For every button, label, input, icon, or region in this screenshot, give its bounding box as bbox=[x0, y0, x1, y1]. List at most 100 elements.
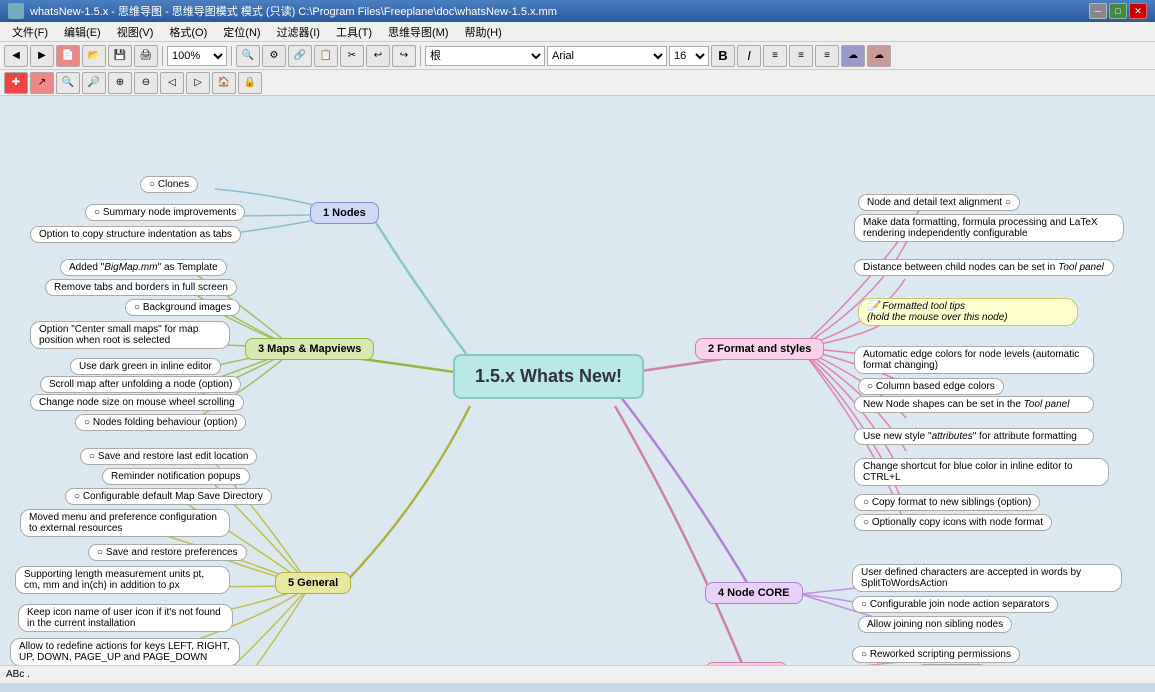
sep1 bbox=[162, 46, 163, 66]
main-canvas: 1.5.x Whats New! 1 Nodes ○ Clones ○ Summ… bbox=[0, 96, 1155, 665]
sep3 bbox=[420, 46, 421, 66]
branch-format[interactable]: 2 Format and styles bbox=[695, 338, 824, 360]
window-controls[interactable]: ─ □ ✕ bbox=[1089, 3, 1147, 19]
node-join-non-sibling[interactable]: Allow joining non sibling nodes bbox=[858, 616, 1012, 633]
font-size-select[interactable]: 16 12 14 18 bbox=[669, 46, 709, 66]
print-button[interactable]: 🖨 bbox=[134, 45, 158, 67]
node-moved-menu[interactable]: Moved menu and preference configuration … bbox=[20, 509, 230, 537]
menu-format[interactable]: 格式(O) bbox=[161, 22, 215, 42]
node-summary[interactable]: ○ Summary node improvements bbox=[85, 204, 245, 221]
menu-file[interactable]: 文件(F) bbox=[4, 22, 56, 42]
tb2-btn2[interactable]: ↗ bbox=[30, 72, 54, 94]
node-formatted-tips[interactable]: 📝 Formatted tool tips(hold the mouse ove… bbox=[858, 298, 1078, 326]
branch-nodes[interactable]: 1 Nodes bbox=[310, 202, 379, 224]
menu-navigate[interactable]: 定位(N) bbox=[215, 22, 268, 42]
menu-tools[interactable]: 工具(T) bbox=[328, 22, 380, 42]
save-button[interactable]: 💾 bbox=[108, 45, 132, 67]
align-left-button[interactable]: ≡ bbox=[763, 45, 787, 67]
sep2 bbox=[231, 46, 232, 66]
node-copy-icons[interactable]: ○ Optionally copy icons with node format bbox=[854, 514, 1052, 531]
branch-maps[interactable]: 3 Maps & Mapviews bbox=[245, 338, 374, 360]
tb2-btn9[interactable]: 🏠 bbox=[212, 72, 236, 94]
node-change-node-size[interactable]: Change node size on mouse wheel scrollin… bbox=[30, 394, 244, 411]
font-select[interactable]: 根 bbox=[425, 46, 545, 66]
back-button[interactable]: ◀ bbox=[4, 45, 28, 67]
tb-btn3[interactable]: 🔗 bbox=[288, 45, 312, 67]
node-user-chars[interactable]: User defined characters are accepted in … bbox=[852, 564, 1122, 592]
menu-mindmap[interactable]: 思维导图(M) bbox=[380, 22, 457, 42]
tb2-btn1[interactable]: ✚ bbox=[4, 72, 28, 94]
tb2-btn4[interactable]: 🔎 bbox=[82, 72, 106, 94]
tb2-btn8[interactable]: ▷ bbox=[186, 72, 210, 94]
tb2-btn7[interactable]: ◁ bbox=[160, 72, 184, 94]
node-text-align[interactable]: Node and detail text alignment ○ bbox=[858, 194, 1020, 211]
node-copy-structure[interactable]: Option to copy structure indentation as … bbox=[30, 226, 241, 243]
title-bar: whatsNew-1.5.x - 思维导图 - 思维导图模式 模式 (只读) C… bbox=[0, 0, 1155, 22]
node-remove-tabs[interactable]: Remove tabs and borders in full screen bbox=[45, 279, 237, 296]
menu-edit[interactable]: 编辑(E) bbox=[56, 22, 109, 42]
bold-button[interactable]: B bbox=[711, 45, 735, 67]
node-blue-shortcut[interactable]: Change shortcut for blue color in inline… bbox=[854, 458, 1109, 486]
node-dark-green[interactable]: Use dark green in inline editor bbox=[70, 358, 221, 375]
minimize-button[interactable]: ─ bbox=[1089, 3, 1107, 19]
menu-bar: 文件(F) 编辑(E) 视图(V) 格式(O) 定位(N) 过滤器(I) 工具(… bbox=[0, 22, 1155, 42]
node-icon-name[interactable]: Keep icon name of user icon if it's not … bbox=[18, 604, 233, 632]
node-save-edit[interactable]: ○ Save and restore last edit location bbox=[80, 448, 257, 465]
tb2-btn3[interactable]: 🔍 bbox=[56, 72, 80, 94]
align-center-button[interactable]: ≡ bbox=[789, 45, 813, 67]
open-button[interactable]: 📂 bbox=[82, 45, 106, 67]
menu-help[interactable]: 帮助(H) bbox=[457, 22, 510, 42]
forward-button[interactable]: ▶ bbox=[30, 45, 54, 67]
tb-btn6[interactable]: ↩ bbox=[366, 45, 390, 67]
node-attributes[interactable]: Use new style "attributes" for attribute… bbox=[854, 428, 1094, 445]
cloud2-button[interactable]: ☁ bbox=[867, 45, 891, 67]
node-reminder[interactable]: Reminder notification popups bbox=[102, 468, 250, 485]
node-join-separators[interactable]: ○ Configurable join node action separato… bbox=[852, 596, 1058, 613]
tb-btn2[interactable]: ⚙ bbox=[262, 45, 286, 67]
node-map-save-dir[interactable]: ○ Configurable default Map Save Director… bbox=[65, 488, 272, 505]
node-bg-images[interactable]: ○ Background images bbox=[125, 299, 240, 316]
tb2-btn6[interactable]: ⊖ bbox=[134, 72, 158, 94]
tb-btn5[interactable]: ✂ bbox=[340, 45, 364, 67]
status-text: ABc . bbox=[6, 669, 30, 680]
status-bar: ABc . bbox=[0, 665, 1155, 683]
node-center-maps[interactable]: Option "Center small maps" for map posit… bbox=[30, 321, 230, 349]
font-name-select[interactable]: Arial bbox=[547, 46, 667, 66]
node-distance[interactable]: Distance between child nodes can be set … bbox=[854, 259, 1114, 276]
menu-view[interactable]: 视图(V) bbox=[109, 22, 162, 42]
align-right-button[interactable]: ≡ bbox=[815, 45, 839, 67]
node-column-edge[interactable]: ○ Column based edge colors bbox=[858, 378, 1004, 395]
title-text: whatsNew-1.5.x - 思维导图 - 思维导图模式 模式 (只读) C… bbox=[30, 3, 1089, 19]
zoom-select[interactable]: 100% 75% 50% 150% bbox=[167, 46, 227, 66]
cloud1-button[interactable]: ☁ bbox=[841, 45, 865, 67]
node-bigmap[interactable]: Added "BigMap.mm" as Template bbox=[60, 259, 227, 276]
node-copy-format[interactable]: ○ Copy format to new siblings (option) bbox=[854, 494, 1040, 511]
branch-nodecore[interactable]: 4 Node CORE bbox=[705, 582, 803, 604]
node-clones[interactable]: ○ Clones bbox=[140, 176, 198, 193]
node-length-units[interactable]: Supporting length measurement units pt, … bbox=[15, 566, 230, 594]
node-save-prefs[interactable]: ○ Save and restore preferences bbox=[88, 544, 247, 561]
node-data-format[interactable]: Make data formatting, formula processing… bbox=[854, 214, 1124, 242]
node-scripting-perms[interactable]: ○ Reworked scripting permissions bbox=[852, 646, 1020, 663]
branch-general[interactable]: 5 General bbox=[275, 572, 351, 594]
toolbar-2: ✚ ↗ 🔍 🔎 ⊕ ⊖ ◁ ▷ 🏠 🔒 bbox=[0, 70, 1155, 96]
branch-scripting[interactable]: 6 Scripting bbox=[705, 662, 788, 665]
node-new-shapes[interactable]: New Node shapes can be set in the Tool p… bbox=[854, 396, 1094, 413]
node-folding[interactable]: ○ Nodes folding behaviour (option) bbox=[75, 414, 246, 431]
tb2-btn10[interactable]: 🔒 bbox=[238, 72, 262, 94]
menu-filter[interactable]: 过滤器(I) bbox=[269, 22, 328, 42]
tb2-btn5[interactable]: ⊕ bbox=[108, 72, 132, 94]
toolbar-1: ◀ ▶ 📄 📂 💾 🖨 100% 75% 50% 150% 🔍 ⚙ 🔗 📋 ✂ … bbox=[0, 42, 1155, 70]
node-init-scripts[interactable]: ○ Init scripts bbox=[916, 664, 988, 665]
root-node[interactable]: 1.5.x Whats New! bbox=[453, 354, 644, 399]
tb-btn4[interactable]: 📋 bbox=[314, 45, 338, 67]
maximize-button[interactable]: □ bbox=[1109, 3, 1127, 19]
new-button[interactable]: 📄 bbox=[56, 45, 80, 67]
tb-btn7[interactable]: ↪ bbox=[392, 45, 416, 67]
italic-button[interactable]: I bbox=[737, 45, 761, 67]
node-scroll-map[interactable]: Scroll map after unfolding a node (optio… bbox=[40, 376, 241, 393]
close-button[interactable]: ✕ bbox=[1129, 3, 1147, 19]
tb-btn1[interactable]: 🔍 bbox=[236, 45, 260, 67]
node-auto-edge-colors[interactable]: Automatic edge colors for node levels (a… bbox=[854, 346, 1094, 374]
node-redefine-actions[interactable]: Allow to redefine actions for keys LEFT,… bbox=[10, 638, 240, 665]
